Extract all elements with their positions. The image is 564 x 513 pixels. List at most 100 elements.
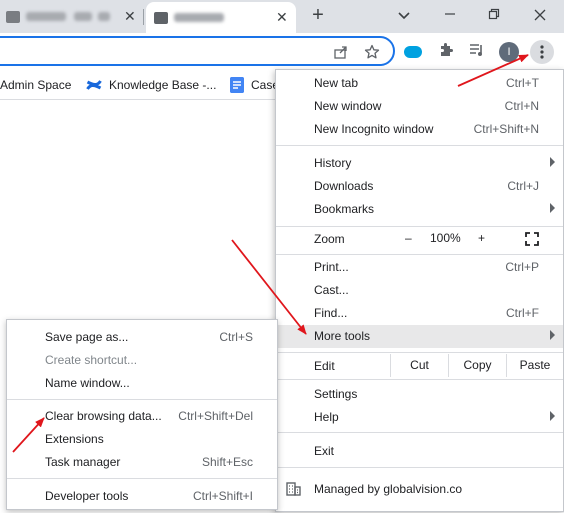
menu-item-help[interactable]: Help [276, 406, 563, 429]
tab-title-redacted [174, 13, 224, 22]
tab-favicon-icon [154, 11, 168, 24]
zoom-out-button[interactable]: – [405, 231, 412, 245]
chrome-main-menu: New tab Ctrl+T New window Ctrl+N New Inc… [275, 69, 564, 512]
tab-title-redacted [74, 12, 92, 21]
menu-item-find[interactable]: Find... Ctrl+F [276, 302, 563, 325]
zoom-in-button[interactable]: + [478, 231, 485, 245]
menu-item-downloads[interactable]: Downloads Ctrl+J [276, 175, 563, 198]
tab-favicon-icon [6, 10, 20, 23]
menu-divider [276, 226, 563, 227]
tab-search-button[interactable] [394, 6, 414, 26]
menu-item-save-page[interactable]: Save page as... Ctrl+S [7, 325, 277, 348]
menu-item-extensions[interactable]: Extensions [7, 427, 277, 450]
menu-item-shortcut: Ctrl+Shift+I [192, 489, 253, 503]
menu-item-shortcut: Ctrl+J [507, 179, 539, 193]
chevron-down-icon [398, 12, 410, 20]
bookmark-knowledge-base[interactable]: Knowledge Base -... [86, 76, 216, 94]
menu-item-bookmarks[interactable]: Bookmarks [276, 198, 563, 221]
restore-button[interactable] [484, 6, 504, 26]
menu-item-managed[interactable]: Managed by globalvision.co [276, 478, 563, 501]
menu-item-print[interactable]: Print... Ctrl+P [276, 256, 563, 279]
tab-divider [143, 9, 144, 25]
star-icon[interactable] [363, 44, 381, 62]
menu-item-label: Cast... [314, 283, 349, 297]
bookmark-admin-space[interactable]: Admin Space [0, 76, 71, 94]
close-window-button[interactable] [530, 6, 550, 26]
address-bar[interactable] [0, 36, 395, 66]
menu-item-shortcut: Ctrl+S [219, 330, 253, 344]
more-tools-submenu: Save page as... Ctrl+S Create shortcut..… [6, 319, 278, 510]
new-tab-button[interactable]: + [307, 5, 329, 27]
chevron-right-icon [550, 411, 555, 421]
tab-title-redacted [26, 12, 66, 21]
menu-item-history[interactable]: History [276, 152, 563, 175]
menu-item-label: More tools [314, 329, 371, 343]
share-icon[interactable] [332, 44, 350, 62]
menu-divider [7, 478, 277, 479]
menu-divider [276, 145, 563, 146]
menu-item-label: Managed by globalvision.co [314, 482, 463, 496]
menu-item-label: New window [314, 99, 382, 113]
menu-item-label: Developer tools [45, 489, 129, 503]
menu-item-label: Downloads [314, 179, 374, 193]
menu-item-clear-browsing-data[interactable]: Clear browsing data... Ctrl+Shift+Del [7, 404, 277, 427]
confluence-icon [86, 77, 102, 93]
menu-item-label: Find... [314, 306, 348, 320]
puzzle-icon[interactable] [436, 42, 456, 62]
bookmark-case[interactable]: Case [230, 76, 279, 94]
google-docs-icon [230, 77, 244, 93]
menu-item-label: Create shortcut... [45, 353, 138, 367]
menu-item-developer-tools[interactable]: Developer tools Ctrl+Shift+I [7, 484, 277, 507]
fullscreen-icon[interactable] [525, 232, 539, 246]
menu-item-shortcut: Ctrl+T [506, 76, 539, 90]
close-icon[interactable]: ✕ [276, 9, 288, 26]
menu-divider [276, 254, 563, 255]
menu-item-more-tools[interactable]: More tools [276, 325, 563, 348]
cut-button[interactable]: Cut [390, 354, 448, 377]
menu-item-label: New Incognito window [314, 122, 434, 136]
menu-item-label: Zoom [314, 232, 345, 246]
building-icon [286, 482, 301, 496]
tab-active[interactable]: ✕ [146, 2, 296, 33]
menu-item-cast[interactable]: Cast... [276, 279, 563, 302]
menu-item-task-manager[interactable]: Task manager Shift+Esc [7, 450, 277, 473]
menu-item-label: Clear browsing data... [45, 409, 162, 423]
menu-item-new-incognito-window[interactable]: New Incognito window Ctrl+Shift+N [276, 118, 563, 141]
menu-item-new-window[interactable]: New window Ctrl+N [276, 95, 563, 118]
menu-item-shortcut: Ctrl+Shift+Del [178, 409, 253, 423]
menu-item-label: History [314, 156, 352, 170]
media-controls-icon[interactable] [467, 42, 487, 62]
menu-item-shortcut: Shift+Esc [201, 455, 253, 469]
menu-divider [276, 352, 563, 353]
menu-divider [276, 379, 563, 380]
tab-strip: ✕ ✕ + [0, 0, 564, 33]
tab-inactive[interactable]: ✕ [0, 0, 142, 33]
toolbar: I [0, 33, 564, 70]
menu-divider [276, 467, 563, 468]
menu-item-name-window[interactable]: Name window... [7, 371, 277, 394]
bookmark-label: Knowledge Base -... [109, 78, 217, 92]
menu-item-label: Bookmarks [314, 202, 375, 216]
paste-button[interactable]: Paste [506, 354, 563, 377]
menu-item-exit[interactable]: Exit [276, 440, 563, 463]
menu-item-new-tab[interactable]: New tab Ctrl+T [276, 72, 563, 95]
menu-item-label: Task manager [45, 455, 121, 469]
menu-item-label: Extensions [45, 432, 104, 446]
bookmark-label: Admin Space [0, 78, 72, 92]
copy-button[interactable]: Copy [448, 354, 506, 377]
menu-item-settings[interactable]: Settings [276, 383, 563, 406]
profile-avatar[interactable]: I [499, 42, 519, 62]
menu-item-shortcut: Ctrl+F [506, 306, 539, 320]
tab-title-redacted [98, 12, 110, 21]
salesforce-extension-icon[interactable] [403, 42, 423, 62]
kebab-menu-icon [540, 45, 544, 59]
restore-icon [488, 8, 500, 20]
chrome-menu-button[interactable] [530, 40, 554, 64]
menu-item-label: Save page as... [45, 330, 129, 344]
menu-item-label: Print... [314, 260, 349, 274]
minimize-button[interactable] [440, 6, 460, 26]
menu-item-shortcut: Ctrl+Shift+N [473, 122, 539, 136]
menu-item-edit: Edit Cut Copy Paste [276, 354, 563, 377]
close-icon [534, 9, 546, 21]
close-icon[interactable]: ✕ [124, 8, 136, 25]
